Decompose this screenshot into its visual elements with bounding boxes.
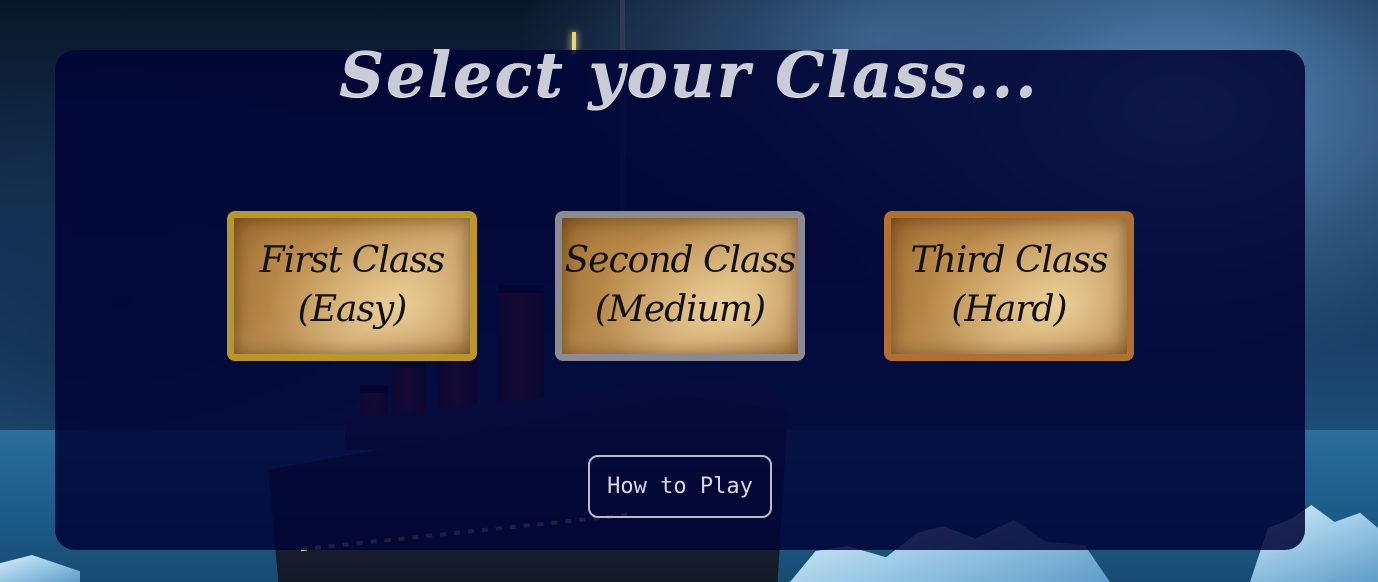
third-class-button[interactable]: Third Class (Hard) [884,211,1134,361]
how-to-play-button[interactable]: How to Play [588,455,772,518]
second-class-label: Second Class (Medium) [564,240,797,330]
first-class-label: First Class (Easy) [259,240,446,330]
page-title: Select your Class... [339,38,1039,111]
second-class-button[interactable]: Second Class (Medium) [555,211,805,361]
first-class-button[interactable]: First Class (Easy) [227,211,477,361]
third-class-label: Third Class (Hard) [910,240,1109,330]
